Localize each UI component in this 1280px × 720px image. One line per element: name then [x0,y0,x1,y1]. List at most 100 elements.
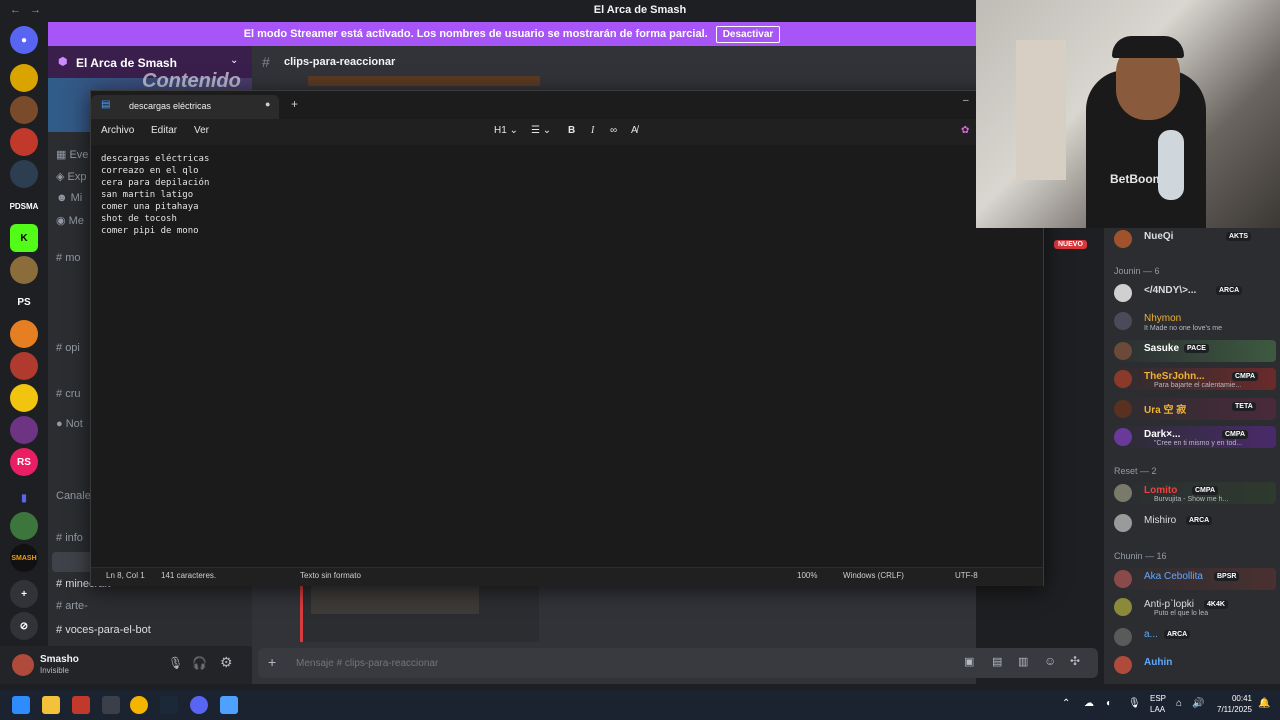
folder-icon[interactable]: ▮ [10,484,38,512]
notepad-tab[interactable]: ▤ descargas eléctricas ● [91,95,279,119]
add-attachment-icon[interactable]: + [268,654,276,670]
zoom-level[interactable]: 100% [797,571,817,580]
file-explorer-icon[interactable] [42,696,60,714]
sidebar-item-opi[interactable]: # opi [56,342,80,358]
member-row[interactable]: Ura 空 寂 TETA [1112,398,1276,420]
sidebar-item-cru[interactable]: # cru [56,388,80,404]
sidebar-item-mo[interactable]: # mo [56,252,80,268]
app-icon[interactable] [102,696,120,714]
bold-icon[interactable]: B [568,125,575,136]
server-icon[interactable] [10,64,38,92]
emoji-icon[interactable]: ☺ [1044,654,1056,668]
message-image[interactable] [308,76,540,86]
message-embed[interactable] [300,586,539,642]
member-row[interactable]: Dark×... CMPA "Cree en ti mismo y en tod… [1112,426,1276,448]
member-row[interactable]: Mishiro ARCA [1112,512,1276,534]
member-row[interactable]: </4NDY\>... ARCA [1112,282,1276,304]
clock-time[interactable]: 00:41 [1210,694,1252,703]
discord-icon[interactable] [190,696,208,714]
language-label[interactable]: ESP [1150,694,1166,703]
clear-format-icon[interactable]: A̸ [631,125,638,136]
server-icon[interactable] [10,320,38,348]
gif-icon[interactable]: ▤ [992,655,1002,668]
sidebar-item-voces[interactable]: # voces-para-el-bot [56,624,151,640]
notepad-icon[interactable] [220,696,238,714]
notepad-editor[interactable]: descargas eléctricas correazo en el qlo … [91,145,1043,567]
sidebar-item-info[interactable]: # info [56,532,83,548]
deactivate-button[interactable]: Desactivar [715,25,781,43]
server-icon[interactable] [10,384,38,412]
sidebar-item-mi[interactable]: ☻ Mi [56,192,82,208]
sidebar-item-arte[interactable]: # arte- [56,600,88,616]
unsaved-dot-icon[interactable]: ● [265,99,270,109]
gear-icon[interactable]: ⚙ [220,654,233,671]
server-icon[interactable] [10,256,38,284]
menu-ver[interactable]: Ver [194,125,209,136]
embed-thumbnail[interactable] [311,586,479,614]
gift-icon[interactable]: ▣ [964,655,974,668]
message-input[interactable] [294,654,898,672]
clock-date[interactable]: 7/11/2025 [1206,705,1252,714]
member-row[interactable]: Lomito CMPA Burvujita - Show me h... [1112,482,1276,504]
list-icon[interactable]: ☰ ⌄ [531,125,551,136]
chevron-down-icon[interactable]: ⌄ [230,55,238,66]
steam-icon[interactable] [160,696,178,714]
server-icon[interactable]: RS [10,448,38,476]
link-icon[interactable]: ∞ [610,125,617,136]
minimize-icon[interactable]: – [963,95,969,106]
copilot-icon[interactable]: ✿ [961,125,969,136]
volume-icon[interactable]: 🔊 [1192,698,1204,709]
sidebar-item-explore[interactable]: ◈ Exp [56,170,86,186]
server-icon[interactable] [10,128,38,156]
member-row[interactable]: Auhin [1112,654,1276,676]
microphone-icon[interactable]: 🎙 [168,656,183,670]
italic-icon[interactable]: I [591,125,594,136]
microphone-icon[interactable]: 🎙 [1128,698,1141,709]
member-row[interactable]: TheSrJohn... CMPA Para bajarte el calent… [1112,368,1276,390]
notification-bell-icon[interactable]: 🔔 [1258,698,1270,709]
heading-button[interactable]: H1 ⌄ [494,125,518,136]
line-ending[interactable]: Windows (CRLF) [843,571,904,580]
member-row[interactable]: Aka Cebollita BPSR [1112,568,1276,590]
network-icon[interactable]: ⌂ [1176,698,1182,709]
server-icon[interactable] [10,416,38,444]
encoding[interactable]: UTF-8 [955,571,978,580]
server-icon[interactable]: PDSMA [10,192,38,220]
app-icon[interactable] [72,696,90,714]
server-icon[interactable]: K [10,224,38,252]
member-row[interactable]: Anti-p`lopki 4K4K Puto el que lo lea [1112,596,1276,618]
server-icon[interactable] [10,160,38,188]
server-icon[interactable] [10,96,38,124]
server-icon[interactable] [10,352,38,380]
discover-icon[interactable]: ⊘ [10,612,38,640]
add-server-icon[interactable]: + [10,580,38,608]
member-row[interactable]: Sasuke PACE [1112,340,1276,362]
app-tray-icon[interactable]: ◐ [1106,698,1112,709]
language-sublabel[interactable]: LAA [1150,705,1165,714]
member-row[interactable]: Nhymon It Made no one love's me [1112,310,1276,332]
menu-editar[interactable]: Editar [151,125,177,136]
new-tab-button[interactable]: + [291,97,298,111]
sidebar-item-label: Exp [67,171,87,183]
headphones-icon[interactable]: 🎧 [192,656,207,670]
server-icon[interactable]: SMASH [10,544,38,572]
member-row[interactable]: a... ARCA [1112,626,1276,648]
text-format[interactable]: Texto sin formato [300,571,361,580]
editor-text[interactable]: descargas eléctricas correazo en el qlo … [101,153,209,237]
sticker-icon[interactable]: ▥ [1018,655,1028,668]
member-row[interactable]: NueQi AKTS [1112,228,1276,250]
windows-start-icon[interactable] [12,696,30,714]
menu-archivo[interactable]: Archivo [101,125,134,136]
sidebar-item-not[interactable]: ● Not [56,418,83,434]
apps-icon[interactable]: ✣ [1070,654,1080,668]
server-icon[interactable]: PS [10,288,38,316]
cloud-icon[interactable]: ☁ [1084,698,1094,709]
avatar [1114,342,1132,360]
server-icon[interactable] [10,512,38,540]
chrome-icon[interactable] [130,696,148,714]
avatar[interactable] [12,654,34,676]
discord-home-icon[interactable]: ● [10,26,38,54]
chevron-up-icon[interactable]: ⌃ [1062,698,1070,709]
sidebar-item-events[interactable]: ▦ Eve [56,148,88,164]
sidebar-item-me[interactable]: ◉ Me [56,214,84,230]
